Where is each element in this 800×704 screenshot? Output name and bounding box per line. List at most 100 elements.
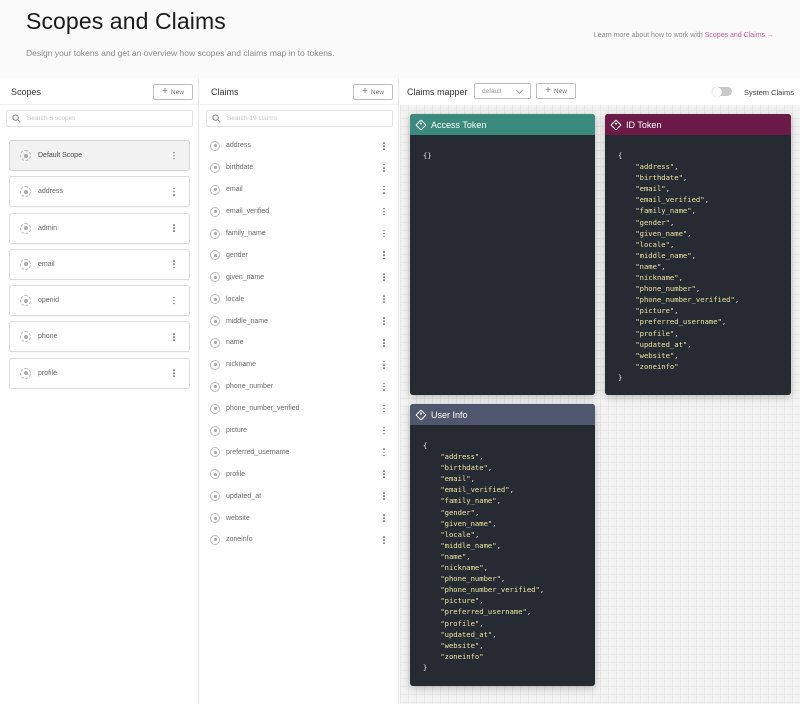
search-icon: [12, 114, 21, 123]
more-vert-icon[interactable]: [382, 273, 386, 282]
scope-item[interactable]: Default Scope: [9, 140, 190, 171]
claim-item[interactable]: preferred_username: [210, 441, 390, 463]
page-header: Scopes and Claims Design your tokens and…: [0, 0, 800, 78]
learn-more-link[interactable]: Scopes and Claims →: [705, 32, 774, 39]
more-vert-icon[interactable]: [382, 470, 386, 479]
scope-icon: [20, 186, 31, 198]
claim-item[interactable]: profile: [210, 463, 390, 485]
scope-icon: [20, 331, 31, 343]
claim-label: gender: [226, 251, 248, 259]
more-vert-icon[interactable]: [382, 207, 386, 216]
claim-item[interactable]: address: [210, 135, 390, 157]
scope-item[interactable]: email: [9, 248, 190, 280]
more-vert-icon[interactable]: [382, 514, 386, 522]
claims-panel: Claims + New address birthdate email email_…: [200, 78, 399, 704]
more-vert-icon[interactable]: [382, 536, 386, 544]
more-vert-icon[interactable]: [382, 317, 386, 325]
claim-label: website: [226, 514, 250, 522]
claim-label: birthdate: [226, 164, 254, 172]
claim-item[interactable]: family_name: [210, 223, 390, 245]
more-vert-icon[interactable]: [172, 224, 176, 232]
id-token-card: ID Token { "address", "birthdate", "emai…: [605, 114, 791, 395]
system-claims-label: System Claims: [744, 88, 795, 97]
new-scope-button[interactable]: + New: [153, 84, 193, 100]
scope-item[interactable]: profile: [9, 357, 190, 389]
claim-icon: [210, 359, 220, 370]
claim-item[interactable]: locale: [210, 288, 390, 310]
more-vert-icon[interactable]: [382, 229, 386, 238]
claim-icon: [210, 513, 220, 524]
claim-label: given_name: [226, 273, 265, 281]
claim-icon: [210, 381, 220, 392]
system-claims-toggle[interactable]: [712, 86, 732, 97]
claim-item[interactable]: picture: [210, 420, 390, 442]
claim-item[interactable]: updated_at: [210, 485, 390, 507]
new-scope-label: New: [170, 88, 184, 96]
more-vert-icon[interactable]: [172, 187, 176, 196]
claim-item[interactable]: zoneinfo: [210, 529, 390, 551]
scope-item[interactable]: admin: [9, 212, 190, 244]
more-vert-icon[interactable]: [382, 448, 386, 457]
id-token-json: { "address", "birthdate", "email", "emai…: [618, 151, 740, 382]
more-vert-icon[interactable]: [382, 492, 386, 501]
claim-label: phone_number_verified: [226, 405, 300, 413]
claims-search-input[interactable]: [227, 115, 377, 122]
more-vert-icon[interactable]: [172, 296, 176, 305]
claim-icon: [210, 206, 220, 217]
tag-icon: [415, 408, 427, 421]
more-vert-icon[interactable]: [172, 151, 176, 160]
scope-icon: [20, 258, 31, 270]
claims-search[interactable]: [206, 110, 393, 127]
scope-item[interactable]: address: [9, 176, 190, 208]
claim-label: phone_number: [226, 383, 274, 391]
search-icon: [212, 114, 221, 123]
scope-label: openid: [38, 297, 60, 305]
scopes-search[interactable]: [6, 110, 193, 127]
scopes-search-input[interactable]: [27, 115, 177, 122]
claim-item[interactable]: phone_number_verified: [210, 398, 390, 420]
more-vert-icon[interactable]: [382, 404, 386, 413]
access-token-title: Access Token: [431, 119, 487, 130]
more-vert-icon[interactable]: [382, 382, 386, 391]
claim-item[interactable]: phone_number: [210, 376, 390, 398]
more-vert-icon[interactable]: [382, 142, 386, 150]
more-vert-icon[interactable]: [382, 426, 386, 435]
page-subtitle: Design your tokens and get an overview h…: [26, 48, 335, 58]
more-vert-icon[interactable]: [382, 185, 386, 194]
more-vert-icon[interactable]: [382, 295, 386, 304]
claim-item[interactable]: email_verified: [210, 201, 390, 223]
more-vert-icon[interactable]: [382, 163, 386, 172]
claim-item[interactable]: gender: [210, 244, 390, 266]
new-claim-button[interactable]: + New: [353, 84, 393, 100]
mapper-select[interactable]: default: [474, 83, 531, 99]
new-mapper-button[interactable]: + New: [536, 83, 576, 99]
claim-icon: [210, 294, 220, 305]
scope-icon: [20, 150, 31, 161]
claim-icon: [210, 272, 220, 283]
claim-item[interactable]: birthdate: [210, 157, 390, 179]
claim-list: address birthdate email email_verified famil…: [210, 135, 390, 551]
scopes-title: Scopes: [11, 87, 42, 97]
claim-item[interactable]: email: [210, 179, 390, 201]
claims-header: Claims + New: [200, 78, 398, 105]
more-vert-icon[interactable]: [172, 260, 176, 269]
mapper-title: Claims mapper: [407, 87, 468, 97]
more-vert-icon[interactable]: [382, 339, 386, 347]
claim-label: picture: [226, 427, 248, 435]
claim-item[interactable]: website: [210, 507, 390, 529]
claim-item[interactable]: name: [210, 332, 390, 354]
claim-label: zoneinfo: [226, 536, 253, 544]
plus-icon: +: [545, 85, 551, 96]
scope-item[interactable]: openid: [9, 285, 190, 317]
more-vert-icon[interactable]: [382, 360, 386, 369]
more-vert-icon[interactable]: [172, 333, 176, 341]
tag-icon: [415, 118, 427, 131]
more-vert-icon[interactable]: [382, 251, 386, 260]
claim-item[interactable]: middle_name: [210, 310, 390, 332]
claim-item[interactable]: nickname: [210, 354, 390, 376]
access-token-header: Access Token: [410, 114, 595, 135]
claim-icon: [210, 316, 220, 327]
claim-item[interactable]: given_name: [210, 266, 390, 288]
scope-item[interactable]: phone: [9, 321, 190, 353]
more-vert-icon[interactable]: [172, 369, 176, 378]
